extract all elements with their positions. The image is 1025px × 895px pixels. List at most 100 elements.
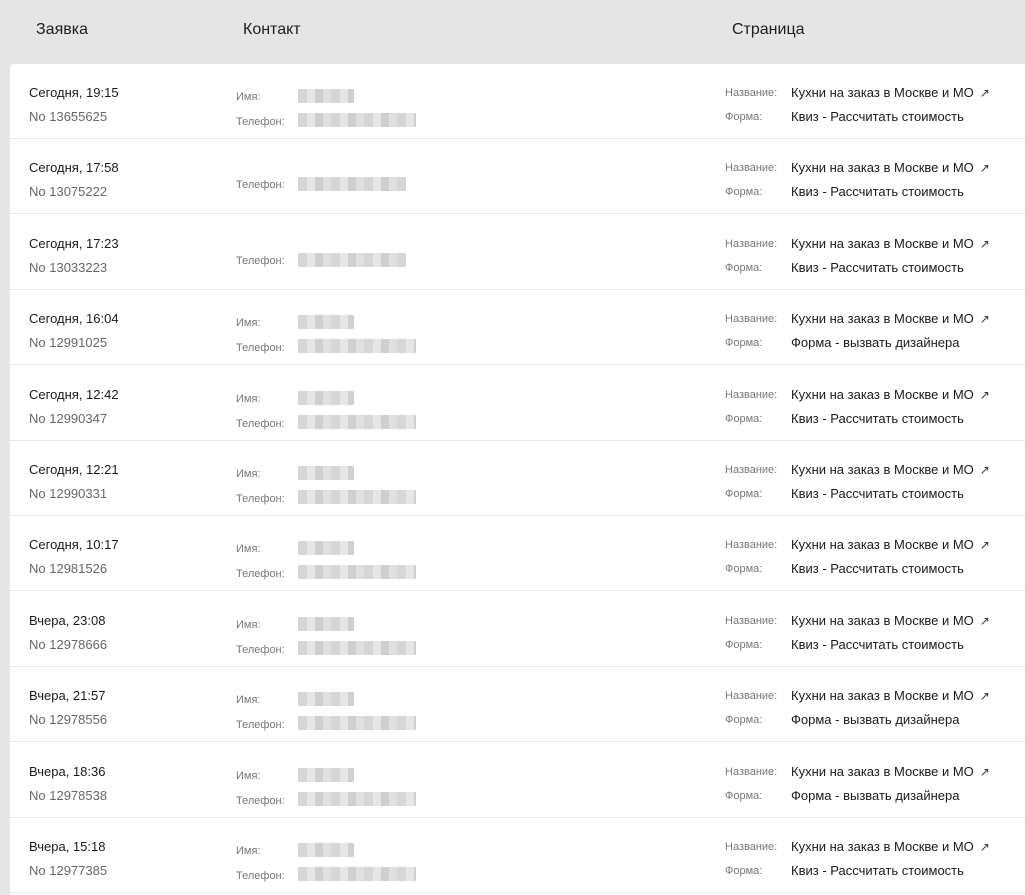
order-date: Сегодня, 17:58 <box>29 160 119 175</box>
arrow-up-right-icon[interactable]: ↗ <box>980 538 990 552</box>
contact-phone-redacted <box>298 253 406 267</box>
form-name: Форма - вызвать дизайнера <box>791 712 960 727</box>
page-title-label: Название: <box>725 87 778 99</box>
arrow-up-right-icon[interactable]: ↗ <box>980 614 990 628</box>
arrow-up-right-icon[interactable]: ↗ <box>980 840 990 854</box>
page-title-label: Название: <box>725 841 778 853</box>
arrow-up-right-icon[interactable]: ↗ <box>980 237 990 251</box>
contact-name-label: Имя: <box>236 694 261 706</box>
form-name: Квиз - Рассчитать стоимость <box>791 486 964 501</box>
page-title-text[interactable]: Кухни на заказ в Москве и МО <box>791 387 974 402</box>
page-title-label: Название: <box>725 690 778 702</box>
arrow-up-right-icon[interactable]: ↗ <box>980 312 990 326</box>
arrow-up-right-icon[interactable]: ↗ <box>980 689 990 703</box>
table-row[interactable]: Сегодня, 17:23 No 13033223 Телефон: Названи… <box>10 215 1025 290</box>
page-title-text[interactable]: Кухни на заказ в Москве и МО <box>791 236 974 251</box>
form-label: Форма: <box>725 639 763 651</box>
form-name: Квиз - Рассчитать стоимость <box>791 260 964 275</box>
page-title-label: Название: <box>725 238 778 250</box>
form-label: Форма: <box>725 790 763 802</box>
page-title-text[interactable]: Кухни на заказ в Москве и МО <box>791 311 974 326</box>
table-row[interactable]: Вчера, 15:18 No 12977385 Имя: Телефон: Назва… <box>10 818 1025 893</box>
order-number: No 13075222 <box>29 184 108 199</box>
contact-name-label: Имя: <box>236 317 261 329</box>
contact-name-redacted <box>298 768 354 782</box>
page-title-label: Название: <box>725 464 778 476</box>
page-title-link[interactable]: Кухни на заказ в Москве и МО ↗ <box>791 764 990 779</box>
page-title-text[interactable]: Кухни на заказ в Москве и МО <box>791 462 974 477</box>
contact-name-label: Имя: <box>236 393 261 405</box>
page-title-link[interactable]: Кухни на заказ в Москве и МО ↗ <box>791 236 990 251</box>
page-title-label: Название: <box>725 615 778 627</box>
page-title-label: Название: <box>725 162 778 174</box>
arrow-up-right-icon[interactable]: ↗ <box>980 463 990 477</box>
order-number: No 12977385 <box>29 863 108 878</box>
form-label: Форма: <box>725 865 763 877</box>
arrow-up-right-icon[interactable]: ↗ <box>980 86 990 100</box>
table-row[interactable]: Сегодня, 19:15 No 13655625 Имя: Телефон: Наз… <box>10 64 1025 139</box>
order-number: No 12978666 <box>29 637 108 652</box>
contact-name-redacted <box>298 391 354 405</box>
arrow-up-right-icon[interactable]: ↗ <box>980 765 990 779</box>
page-title-link[interactable]: Кухни на заказ в Москве и МО ↗ <box>791 160 990 175</box>
page-title-link[interactable]: Кухни на заказ в Москве и МО ↗ <box>791 839 990 854</box>
order-number: No 13033223 <box>29 260 108 275</box>
table-row[interactable]: Вчера, 18:36 No 12978538 Имя: Телефон: Назва… <box>10 743 1025 818</box>
contact-phone-label: Телефон: <box>236 870 285 882</box>
contact-name-redacted <box>298 843 354 857</box>
order-number: No 12981526 <box>29 561 108 576</box>
form-label: Форма: <box>725 413 763 425</box>
page-title-label: Название: <box>725 766 778 778</box>
page-title-link[interactable]: Кухни на заказ в Москве и МО ↗ <box>791 537 990 552</box>
table-row[interactable]: Вчера, 21:57 No 12978556 Имя: Телефон: Назва… <box>10 667 1025 742</box>
contact-name-redacted <box>298 692 354 706</box>
form-name: Форма - вызвать дизайнера <box>791 335 960 350</box>
column-header-page[interactable]: Страница <box>732 21 805 39</box>
contact-phone-redacted <box>298 565 416 579</box>
form-name: Квиз - Рассчитать стоимость <box>791 561 964 576</box>
order-date: Вчера, 21:57 <box>29 688 106 703</box>
table-row[interactable]: Сегодня, 10:17 No 12981526 Имя: Телефон: Наз… <box>10 516 1025 591</box>
order-date: Вчера, 18:36 <box>29 764 106 779</box>
table-row[interactable]: Сегодня, 12:21 No 12990331 Имя: Телефон: Наз… <box>10 441 1025 516</box>
column-header-order[interactable]: Заявка <box>36 21 88 39</box>
contact-name-redacted <box>298 315 354 329</box>
page-title-link[interactable]: Кухни на заказ в Москве и МО ↗ <box>791 613 990 628</box>
arrow-up-right-icon[interactable]: ↗ <box>980 388 990 402</box>
page-title-link[interactable]: Кухни на заказ в Москве и МО ↗ <box>791 85 990 100</box>
page-title-text[interactable]: Кухни на заказ в Москве и МО <box>791 537 974 552</box>
table-row[interactable]: Вчера, 23:08 No 12978666 Имя: Телефон: Назва… <box>10 592 1025 667</box>
page-title-link[interactable]: Кухни на заказ в Москве и МО ↗ <box>791 311 990 326</box>
table-row[interactable]: Сегодня, 12:42 No 12990347 Имя: Телефон: Наз… <box>10 366 1025 441</box>
contact-phone-redacted <box>298 641 416 655</box>
column-header-contact[interactable]: Контакт <box>243 21 301 39</box>
page-title-text[interactable]: Кухни на заказ в Москве и МО <box>791 839 974 854</box>
page-title-text[interactable]: Кухни на заказ в Москве и МО <box>791 688 974 703</box>
order-number: No 12978538 <box>29 788 108 803</box>
form-label: Форма: <box>725 337 763 349</box>
contact-name-label: Имя: <box>236 619 261 631</box>
contact-phone-label: Телефон: <box>236 255 285 267</box>
page-title-text[interactable]: Кухни на заказ в Москве и МО <box>791 764 974 779</box>
order-number: No 12978556 <box>29 712 108 727</box>
arrow-up-right-icon[interactable]: ↗ <box>980 161 990 175</box>
form-name: Форма - вызвать дизайнера <box>791 788 960 803</box>
contact-name-label: Имя: <box>236 770 261 782</box>
form-label: Форма: <box>725 111 763 123</box>
contact-phone-redacted <box>298 339 416 353</box>
page-title-link[interactable]: Кухни на заказ в Москве и МО ↗ <box>791 688 990 703</box>
page-title-link[interactable]: Кухни на заказ в Москве и МО ↗ <box>791 387 990 402</box>
page-title-text[interactable]: Кухни на заказ в Москве и МО <box>791 613 974 628</box>
table-row[interactable]: Сегодня, 17:58 No 13075222 Телефон: Названи… <box>10 139 1025 214</box>
table-row[interactable]: Сегодня, 16:04 No 12991025 Имя: Телефон: Наз… <box>10 290 1025 365</box>
contact-name-redacted <box>298 617 354 631</box>
form-label: Форма: <box>725 262 763 274</box>
page-title-link[interactable]: Кухни на заказ в Москве и МО ↗ <box>791 462 990 477</box>
page-title-text[interactable]: Кухни на заказ в Москве и МО <box>791 85 974 100</box>
page-title-label: Название: <box>725 389 778 401</box>
contact-name-redacted <box>298 89 354 103</box>
order-number: No 12990331 <box>29 486 108 501</box>
page-title-text[interactable]: Кухни на заказ в Москве и МО <box>791 160 974 175</box>
contact-name-label: Имя: <box>236 845 261 857</box>
table-header: Заявка Контакт Страница <box>0 0 1025 64</box>
